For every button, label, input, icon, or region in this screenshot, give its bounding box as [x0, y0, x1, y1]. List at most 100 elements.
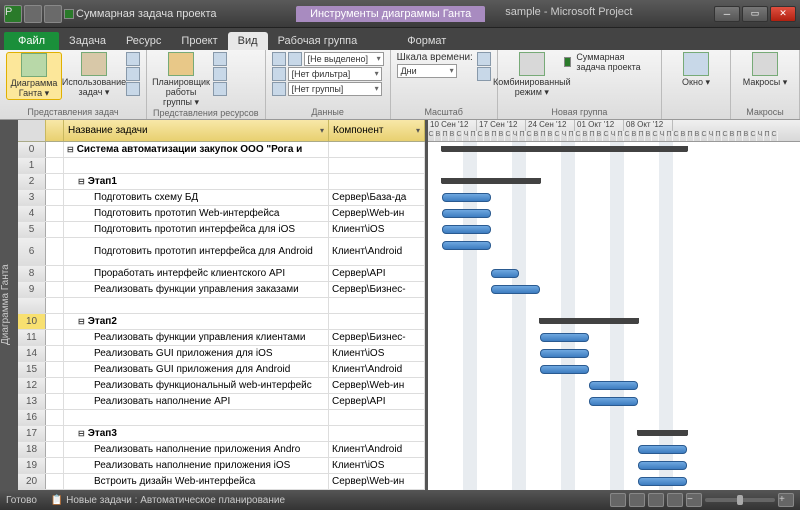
task-bar[interactable]	[540, 349, 589, 358]
component-cell[interactable]: Сервер\API	[329, 394, 425, 409]
component-cell[interactable]	[329, 174, 425, 189]
table-row[interactable]: 4 Подготовить прототип Web-интерфейсаСерв…	[18, 206, 425, 222]
table-row[interactable]: 13Реализовать наполнение APIСервер\API	[18, 394, 425, 410]
file-tab[interactable]: Файл	[4, 32, 59, 50]
table-row[interactable]	[18, 298, 425, 314]
table-row[interactable]: 0⊟Система автоматизации закупок ООО "Рог…	[18, 142, 425, 158]
row-id[interactable]: 9	[18, 282, 46, 297]
component-cell[interactable]: Сервер\База-да	[329, 190, 425, 205]
summary-bar[interactable]	[638, 430, 687, 436]
zoom-icon[interactable]	[477, 52, 491, 66]
close-button[interactable]: ✕	[770, 6, 796, 22]
component-cell[interactable]	[329, 410, 425, 425]
table-row[interactable]: 12 Реализовать функциональный web-интерфе…	[18, 378, 425, 394]
maximize-button[interactable]: ▭	[742, 6, 768, 22]
combined-mode-button[interactable]: Комбинированный режим ▾	[504, 52, 560, 98]
view-btn-4[interactable]	[667, 493, 683, 507]
res-icon-1[interactable]	[213, 52, 227, 66]
component-cell[interactable]: Сервер\Web-ин	[329, 378, 425, 393]
row-id[interactable]: 16	[18, 410, 46, 425]
table-row[interactable]: 14Реализовать GUI приложения для iOSКлие…	[18, 346, 425, 362]
summary-task-checkbox[interactable]	[564, 57, 571, 67]
col-header-id[interactable]	[18, 120, 46, 141]
table-row[interactable]: 16	[18, 410, 425, 426]
app-icon[interactable]: P	[4, 5, 22, 23]
component-cell[interactable]: Сервер\Бизнес-	[329, 330, 425, 345]
task-name-cell[interactable]: ⊟Система автоматизации закупок ООО "Рога…	[64, 142, 329, 157]
view-icon-1[interactable]	[126, 52, 140, 66]
outline-toggle-icon[interactable]: ⊟	[78, 177, 85, 186]
component-cell[interactable]: Клиент\iOS	[329, 222, 425, 237]
table-row[interactable]: 15Реализовать GUI приложения для Android…	[18, 362, 425, 378]
undo-icon[interactable]	[44, 5, 62, 23]
component-cell[interactable]: Клиент\Android	[329, 442, 425, 457]
table-row[interactable]: 11Реализовать функции управления клиента…	[18, 330, 425, 346]
task-name-cell[interactable]: Реализовать наполнение приложения iOS	[64, 458, 329, 473]
outline-toggle-icon[interactable]: ⊟	[78, 317, 85, 326]
highlight-combo[interactable]: [Не выделено]	[304, 52, 384, 66]
row-id[interactable]: 17	[18, 426, 46, 441]
table-row[interactable]: 3Подготовить схему БДСервер\База-да	[18, 190, 425, 206]
task-name-cell[interactable]: Проработать интерфейс клиентского API	[64, 266, 329, 281]
component-cell[interactable]	[329, 426, 425, 441]
minimize-button[interactable]: ─	[714, 6, 740, 22]
row-id[interactable]: 1	[18, 158, 46, 173]
group-combo[interactable]: [Нет группы]	[288, 82, 382, 96]
task-name-cell[interactable]	[64, 158, 329, 173]
component-cell[interactable]	[329, 158, 425, 173]
task-bar[interactable]	[442, 241, 491, 250]
table-row[interactable]: 20Встроить дизайн Web-интерфейсаСервер\W…	[18, 474, 425, 490]
row-id[interactable]: 4	[18, 206, 46, 221]
task-name-cell[interactable]: Реализовать функциональный web-интерфейс	[64, 378, 329, 393]
tab-format[interactable]: Формат	[397, 32, 456, 50]
task-name-cell[interactable]: Подготовить прототип интерфейса для iOS	[64, 222, 329, 237]
task-name-cell[interactable]: Реализовать функции управления клиентами	[64, 330, 329, 345]
col-header-component[interactable]: Компонент▾	[329, 120, 425, 141]
table-row[interactable]: 10⊟Этап2	[18, 314, 425, 330]
row-id[interactable]: 12	[18, 378, 46, 393]
task-name-cell[interactable]: Реализовать наполнение приложения Andro	[64, 442, 329, 457]
row-id[interactable]: 2	[18, 174, 46, 189]
gantt-body[interactable]	[428, 142, 800, 490]
task-bar[interactable]	[491, 269, 519, 278]
table-row[interactable]: 6Подготовить прототип интерфейса для And…	[18, 238, 425, 266]
task-bar[interactable]	[491, 285, 540, 294]
group-icon[interactable]	[272, 82, 286, 96]
task-bar[interactable]	[638, 461, 687, 470]
tab-team[interactable]: Рабочая группа	[268, 32, 368, 50]
task-bar[interactable]	[638, 477, 687, 486]
table-row[interactable]: 1	[18, 158, 425, 174]
tab-project[interactable]: Проект	[171, 32, 227, 50]
gantt-chart-button[interactable]: Диаграмма Ганта ▾	[6, 52, 62, 100]
task-name-cell[interactable]: Подготовить схему БД	[64, 190, 329, 205]
row-id[interactable]: 8	[18, 266, 46, 281]
view-btn-2[interactable]	[629, 493, 645, 507]
component-cell[interactable]	[329, 314, 425, 329]
tab-task[interactable]: Задача	[59, 32, 116, 50]
task-name-cell[interactable]: Реализовать функции управления заказами	[64, 282, 329, 297]
team-planner-button[interactable]: Планировщик работы группы ▾	[153, 52, 209, 108]
outline-icon[interactable]	[288, 52, 302, 66]
table-row[interactable]: 8Проработать интерфейс клиентского APIСе…	[18, 266, 425, 282]
view-icon-2[interactable]	[126, 67, 140, 81]
row-id[interactable]: 20	[18, 474, 46, 489]
zoom-slider[interactable]	[705, 498, 775, 502]
summary-bar[interactable]	[442, 178, 540, 184]
col-header-name[interactable]: Название задачи▾	[64, 120, 329, 141]
task-bar[interactable]	[442, 225, 491, 234]
row-id[interactable]: 14	[18, 346, 46, 361]
gantt-chart[interactable]: 10 Сен '1217 Сен '1224 Сен '1201 Окт '12…	[428, 120, 800, 490]
task-name-cell[interactable]: ⊟Этап3	[64, 426, 329, 441]
component-cell[interactable]: Сервер\Web-ин	[329, 206, 425, 221]
tab-resource[interactable]: Ресурс	[116, 32, 171, 50]
row-id[interactable]: 19	[18, 458, 46, 473]
task-name-cell[interactable]: Подготовить прототип Web-интерфейса	[64, 206, 329, 221]
component-cell[interactable]: Сервер\Бизнес-	[329, 282, 425, 297]
task-bar[interactable]	[442, 193, 491, 202]
sort-icon[interactable]	[272, 52, 286, 66]
task-name-cell[interactable]: Реализовать GUI приложения для Android	[64, 362, 329, 377]
zoom-fit-icon[interactable]	[477, 67, 491, 81]
task-name-cell[interactable]: Реализовать GUI приложения для iOS	[64, 346, 329, 361]
row-id[interactable]: 13	[18, 394, 46, 409]
tab-view[interactable]: Вид	[228, 32, 268, 50]
